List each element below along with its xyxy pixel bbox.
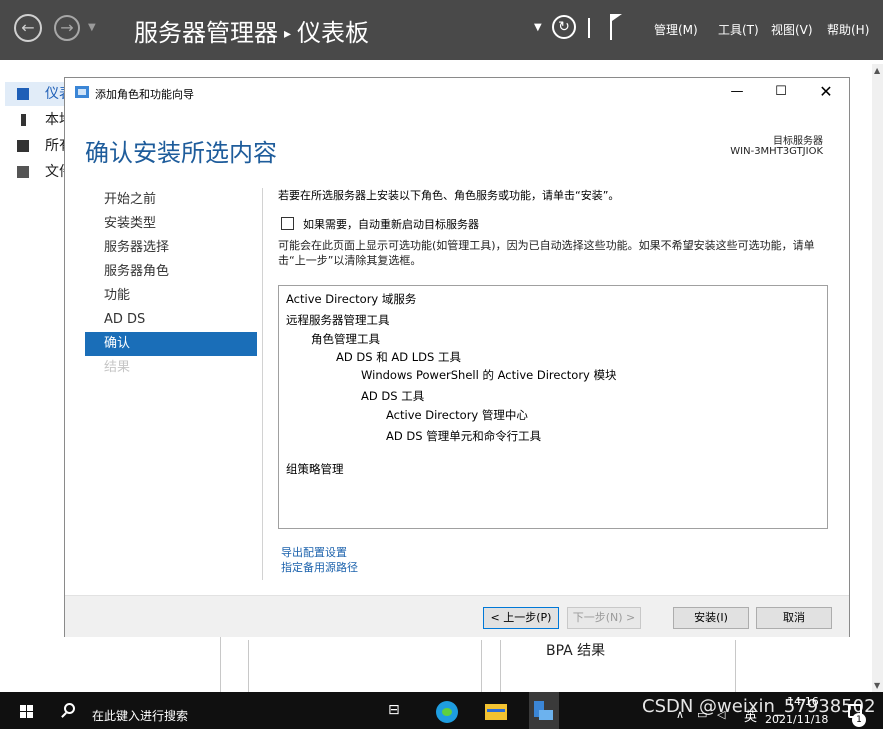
target-server-label: 目标服务器 <box>773 136 823 147</box>
feature-item: Active Directory 管理中心 <box>386 408 528 422</box>
nav-history-dropdown-icon[interactable]: ▼ <box>88 22 96 33</box>
feature-item: AD DS 和 AD LDS 工具 <box>336 350 461 364</box>
menu-view[interactable]: 视图(V) <box>771 21 813 38</box>
install-button[interactable]: 安装(I) <box>673 607 749 629</box>
restart-checkbox-label[interactable]: 如果需要，自动重新启动目标服务器 <box>303 216 479 232</box>
notification-count-badge: 1 <box>852 713 866 727</box>
task-view-icon[interactable]: ⊟ <box>388 702 410 722</box>
back-arrow-icon[interactable]: ← <box>14 14 42 42</box>
minimize-icon[interactable]: — <box>727 84 747 99</box>
instruction-text: 若要在所选服务器上安装以下角色、角色服务或功能，请单击“安装”。 <box>278 189 620 202</box>
taskbar: 在此键入进行搜索 ⊟ CSDN @weixin_57938502 ∧ ▭ ◁ 英… <box>0 692 883 729</box>
step-ad-ds[interactable]: AD DS <box>85 308 257 332</box>
previous-button[interactable]: < 上一步(P) <box>483 607 559 629</box>
step-features[interactable]: 功能 <box>85 284 257 308</box>
step-installation-type[interactable]: 安装类型 <box>85 212 257 236</box>
search-icon[interactable] <box>64 703 75 714</box>
wizard-links: 导出配置设置 指定备用源路径 <box>281 545 358 575</box>
page-title: 服务器管理器 ▸ 仪表板 <box>134 13 369 48</box>
wizard-heading: 确认安装所选内容 <box>85 139 277 167</box>
dashboard-icon <box>17 88 29 100</box>
feature-item: Active Directory 域服务 <box>286 292 417 306</box>
breadcrumb-separator: ▸ <box>284 26 292 42</box>
wizard-window-title: 添加角色和功能向导 <box>95 88 194 101</box>
scrollbar[interactable]: ▲ ▼ <box>872 64 883 692</box>
network-icon[interactable]: ▭ <box>697 708 707 721</box>
next-button: 下一步(N) > <box>567 607 641 629</box>
menu-tools[interactable]: 工具(T) <box>718 21 759 38</box>
maximize-icon[interactable]: ☐ <box>771 84 791 99</box>
notifications-flag-icon[interactable] <box>610 14 622 40</box>
header-divider <box>588 18 590 38</box>
feature-item: 角色管理工具 <box>311 332 380 346</box>
step-server-roles[interactable]: 服务器角色 <box>85 260 257 284</box>
refresh-icon[interactable]: ↻ <box>552 15 576 39</box>
step-before-you-begin[interactable]: 开始之前 <box>85 188 257 212</box>
add-roles-wizard-dialog: 添加角色和功能向导 — ☐ ✕ 确认安装所选内容 目标服务器 WIN-3MHT3… <box>64 77 850 637</box>
step-confirmation[interactable]: 确认 <box>85 332 257 356</box>
dashboard-tile <box>500 640 736 692</box>
cancel-button[interactable]: 取消 <box>756 607 832 629</box>
optional-features-note: 可能会在此页面上显示可选功能(如管理工具)，因为已自动选择这些功能。如果不希望安… <box>278 239 815 267</box>
step-server-selection[interactable]: 服务器选择 <box>85 236 257 260</box>
step-results: 结果 <box>104 360 131 375</box>
dashboard-tile <box>248 640 482 692</box>
storage-icon <box>17 166 29 178</box>
feature-item: Windows PowerShell 的 Active Directory 模块 <box>361 368 617 382</box>
forward-arrow-icon[interactable]: → <box>54 15 80 41</box>
show-hidden-icons-icon[interactable]: ∧ <box>676 708 684 721</box>
input-language-indicator[interactable]: 英 <box>744 706 757 725</box>
wizard-footer: < 上一步(P) 下一步(N) > 安装(I) 取消 <box>65 595 849 637</box>
server-icon <box>21 114 26 126</box>
server-manager-header: ← → ▼ 服务器管理器 ▸ 仪表板 ▼ ↻ 管理(M) 工具(T) 视图(V) 帮… <box>0 0 883 60</box>
clock-date[interactable]: 2021/11/18 <box>765 713 828 726</box>
volume-icon[interactable]: ◁ <box>717 708 725 721</box>
file-explorer-icon[interactable] <box>485 704 507 720</box>
wizard-titlebar[interactable]: 添加角色和功能向导 — ☐ ✕ <box>65 78 849 108</box>
feature-item: 组策略管理 <box>286 462 344 476</box>
taskbar-search-box[interactable]: 在此键入进行搜索 <box>92 707 188 724</box>
refresh-dropdown-icon[interactable]: ▼ <box>534 22 542 33</box>
feature-item: AD DS 工具 <box>361 389 425 403</box>
server-manager-taskbar-icon[interactable] <box>529 692 559 729</box>
restart-checkbox[interactable] <box>281 217 294 230</box>
target-server-name: WIN-3MHT3GTJIOK <box>730 146 823 157</box>
menu-manage[interactable]: 管理(M) <box>654 21 698 38</box>
alternate-source-link[interactable]: 指定备用源路径 <box>281 560 358 575</box>
edge-browser-icon[interactable] <box>436 701 458 723</box>
feature-item: 远程服务器管理工具 <box>286 313 390 327</box>
feature-item: AD DS 管理单元和命令行工具 <box>386 429 542 443</box>
app-title: 服务器管理器 <box>134 19 278 47</box>
selected-features-list[interactable]: Active Directory 域服务 远程服务器管理工具 角色管理工具 AD… <box>278 285 828 529</box>
windows-start-icon[interactable] <box>20 705 34 719</box>
scroll-up-icon[interactable]: ▲ <box>874 66 880 75</box>
steps-divider <box>262 188 263 580</box>
menu-help[interactable]: 帮助(H) <box>827 21 869 38</box>
clock-time[interactable]: 14:16 <box>787 695 819 708</box>
servers-icon <box>17 140 29 152</box>
wizard-app-icon <box>75 86 89 98</box>
scroll-down-icon[interactable]: ▼ <box>874 681 880 690</box>
close-icon[interactable]: ✕ <box>816 82 836 101</box>
bpa-results-label[interactable]: BPA 结果 <box>546 640 605 660</box>
export-config-link[interactable]: 导出配置设置 <box>281 545 358 560</box>
page-name: 仪表板 <box>297 19 370 47</box>
